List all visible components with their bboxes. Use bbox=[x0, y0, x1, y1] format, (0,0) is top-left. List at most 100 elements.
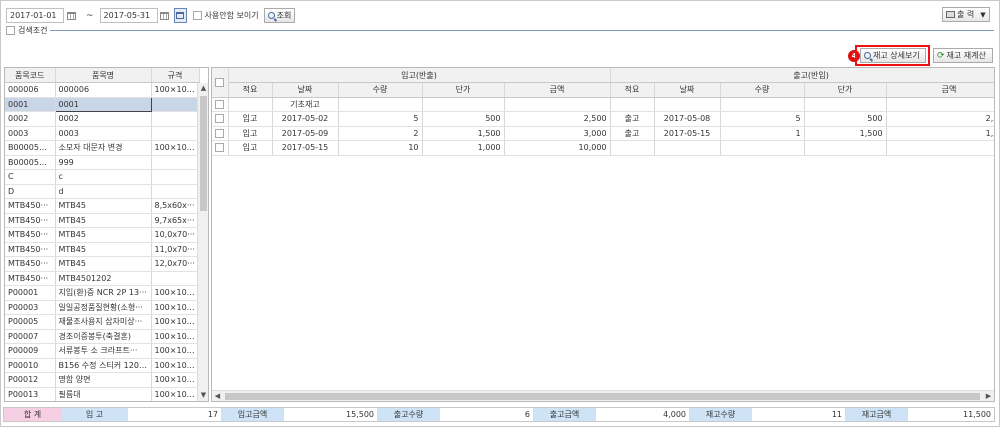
cell-item-name[interactable]: 명함 양면 bbox=[55, 372, 152, 388]
cell-out-amount[interactable] bbox=[886, 140, 994, 156]
cell-in-memo[interactable]: 입고 bbox=[228, 126, 273, 141]
column-header-spec[interactable]: 규격 bbox=[151, 68, 200, 83]
table-row[interactable]: 입고 2017-05-15 10 1,000 10,000 bbox=[212, 140, 994, 156]
column-header-in-price[interactable]: 단가 bbox=[422, 82, 505, 98]
cell-in-amount[interactable]: 3,000 bbox=[504, 126, 611, 141]
table-row[interactable]: MTB450··· MTB45 8,5x60x··· bbox=[5, 198, 200, 214]
horizontal-scrollbar[interactable]: ◀ ▶ bbox=[212, 390, 994, 401]
checkbox-icon[interactable] bbox=[6, 26, 15, 35]
search-button[interactable]: 조회 bbox=[263, 8, 296, 23]
cell-item-code[interactable]: MTB450··· bbox=[5, 256, 56, 272]
cell-item-name[interactable]: 0002 bbox=[55, 111, 152, 127]
cell-item-code[interactable]: C bbox=[5, 169, 56, 185]
column-header-out-date[interactable]: 날짜 bbox=[654, 82, 721, 98]
cell-in-amount[interactable]: 2,500 bbox=[504, 111, 611, 127]
cell-item-name[interactable]: 000006 bbox=[55, 82, 152, 98]
cell-spec[interactable]: 100×1000 bbox=[151, 285, 200, 301]
cell-in-price[interactable]: 1,500 bbox=[422, 126, 505, 141]
cell-out-memo[interactable] bbox=[610, 140, 655, 156]
scroll-thumb[interactable] bbox=[200, 96, 207, 211]
cell-out-price[interactable] bbox=[804, 97, 887, 112]
column-header-item-code[interactable]: 품목코드 bbox=[5, 68, 56, 83]
cell-in-qty[interactable]: 2 bbox=[338, 126, 423, 141]
cell-spec[interactable] bbox=[151, 155, 200, 170]
cell-in-memo[interactable]: 입고 bbox=[228, 111, 273, 127]
cell-item-name[interactable]: d bbox=[55, 184, 152, 199]
checkbox-icon[interactable] bbox=[215, 99, 225, 109]
cell-item-code[interactable]: P00007 bbox=[5, 329, 56, 344]
cell-item-name[interactable]: MTB45 bbox=[55, 198, 152, 214]
cell-out-qty[interactable] bbox=[720, 97, 805, 112]
cell-spec[interactable]: 100×1002 bbox=[151, 300, 200, 315]
calendar-icon[interactable] bbox=[65, 8, 77, 23]
cell-item-name[interactable]: MTB45 bbox=[55, 213, 152, 228]
cell-item-code[interactable]: B000051··· bbox=[5, 155, 56, 170]
cell-out-amount[interactable] bbox=[886, 97, 994, 112]
table-row[interactable]: B000051··· 999 bbox=[5, 155, 200, 170]
cell-out-memo[interactable]: 출고 bbox=[610, 126, 655, 141]
cell-in-qty[interactable]: 10 bbox=[338, 140, 423, 156]
table-row[interactable]: P00005 재물조사용지 삽자미상··· 100×1004 bbox=[5, 314, 200, 330]
column-header-in-memo[interactable]: 적요 bbox=[228, 82, 273, 98]
cell-in-price[interactable]: 500 bbox=[422, 111, 505, 127]
cell-out-date[interactable] bbox=[654, 140, 721, 156]
cell-out-date[interactable]: 2017-05-08 bbox=[654, 111, 721, 127]
scroll-right-icon[interactable]: ▶ bbox=[983, 391, 994, 401]
table-row[interactable]: MTB450··· MTB45 11,0x70··· bbox=[5, 242, 200, 257]
cell-item-name[interactable]: MTB4501202 bbox=[55, 271, 152, 286]
cell-spec[interactable]: 11,0x70··· bbox=[151, 242, 200, 257]
cell-in-memo[interactable]: 입고 bbox=[228, 140, 273, 156]
column-header-in-amount[interactable]: 금액 bbox=[504, 82, 611, 98]
cell-spec[interactable] bbox=[151, 97, 200, 112]
column-header-out-amount[interactable]: 금액 bbox=[886, 82, 994, 98]
cell-item-code[interactable]: P00001 bbox=[5, 285, 56, 301]
cell-spec[interactable]: 100×1008 bbox=[151, 343, 200, 359]
scroll-left-icon[interactable]: ◀ bbox=[212, 391, 223, 401]
table-row[interactable]: P00001 지입(환)증 NCR 2P 13··· 100×1000 bbox=[5, 285, 200, 301]
table-row[interactable]: P00003 일일공정품질현황(소형··· 100×1002 bbox=[5, 300, 200, 315]
stock-recalc-button[interactable]: ⟳ 재고 재계산 bbox=[933, 48, 993, 63]
cell-spec[interactable] bbox=[151, 169, 200, 185]
cell-out-amount[interactable]: 1,500 bbox=[886, 126, 994, 141]
select-all-cell[interactable] bbox=[212, 68, 229, 98]
cell-in-price[interactable] bbox=[422, 97, 505, 112]
calendar-icon[interactable] bbox=[159, 8, 171, 23]
cell-out-price[interactable]: 1,500 bbox=[804, 126, 887, 141]
checkbox-icon[interactable] bbox=[192, 11, 202, 20]
table-row[interactable]: 기초재고 bbox=[212, 97, 994, 112]
date-from-input[interactable]: 2017-01-01 bbox=[6, 8, 64, 23]
cell-in-price[interactable]: 1,000 bbox=[422, 140, 505, 156]
table-row[interactable]: B000051··· 소모자 대문자 변경 100×1000 bbox=[5, 140, 200, 156]
cell-item-name[interactable]: 필름대 bbox=[55, 387, 152, 401]
cell-in-amount[interactable]: 10,000 bbox=[504, 140, 611, 156]
print-button[interactable]: 출 력 ▼ bbox=[942, 7, 990, 22]
cell-in-qty[interactable] bbox=[338, 97, 423, 112]
cell-item-name[interactable]: 재물조사용지 삽자미상··· bbox=[55, 314, 152, 330]
column-header-in-qty[interactable]: 수량 bbox=[338, 82, 423, 98]
column-header-in-date[interactable]: 날짜 bbox=[272, 82, 339, 98]
scroll-up-icon[interactable]: ▲ bbox=[198, 83, 208, 94]
cell-item-name[interactable]: MTB45 bbox=[55, 256, 152, 272]
cell-in-qty[interactable]: 5 bbox=[338, 111, 423, 127]
cell-out-qty[interactable]: 5 bbox=[720, 111, 805, 127]
table-row[interactable]: MTB450··· MTB45 12,0x70··· bbox=[5, 256, 200, 272]
cell-in-date[interactable]: 2017-05-15 bbox=[272, 140, 339, 156]
cell-spec[interactable]: 10,0x70··· bbox=[151, 227, 200, 243]
cell-spec[interactable] bbox=[151, 111, 200, 127]
table-row[interactable]: 0002 0002 bbox=[5, 111, 200, 127]
cell-item-code[interactable]: 0003 bbox=[5, 126, 56, 141]
cell-spec[interactable] bbox=[151, 184, 200, 199]
table-row[interactable]: Dd bbox=[5, 184, 200, 199]
checkbox-icon[interactable] bbox=[215, 77, 225, 87]
column-header-out-qty[interactable]: 수량 bbox=[720, 82, 805, 98]
cell-item-code[interactable]: 000006 bbox=[5, 82, 56, 98]
cell-item-name[interactable]: 지입(환)증 NCR 2P 13··· bbox=[55, 285, 152, 301]
cell-item-code[interactable]: P00003 bbox=[5, 300, 56, 315]
table-row[interactable]: P00010 B156 수정 스티커 120×40 100×1009 bbox=[5, 358, 200, 373]
cell-spec[interactable] bbox=[151, 271, 200, 286]
cell-spec[interactable]: 100×1012 bbox=[151, 387, 200, 401]
cell-item-code[interactable]: MTB450··· bbox=[5, 242, 56, 257]
cell-item-name[interactable]: B156 수정 스티커 120×40 bbox=[55, 358, 152, 373]
table-row[interactable]: MTB450··· MTB4501202 bbox=[5, 271, 200, 286]
cell-item-code[interactable]: P00009 bbox=[5, 343, 56, 359]
